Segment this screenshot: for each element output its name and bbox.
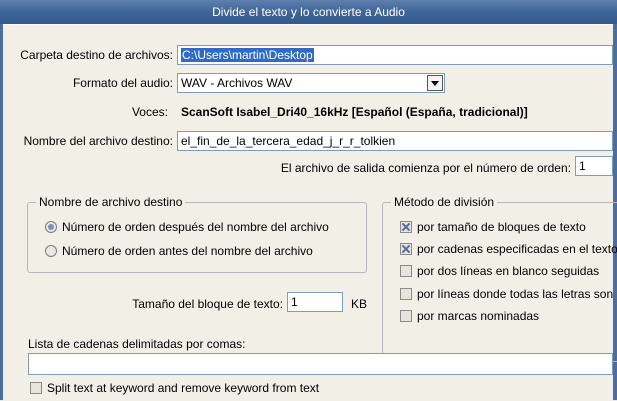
folder-label: Carpeta destino de archivos: — [20, 48, 173, 62]
format-dropdown[interactable]: WAV - Archivos WAV — [177, 73, 445, 93]
checkbox-by-strings[interactable] — [400, 243, 412, 255]
block-size-value: 1 — [291, 295, 298, 309]
order-start-label: El archivo de salida comienza por el núm… — [280, 161, 571, 175]
filename-input-value: el_fin_de_la_tercera_edad_j_r_r_tolkien — [181, 134, 396, 148]
block-size-unit: KB — [351, 297, 368, 311]
filename-label: Nombre del archivo destino: — [23, 134, 173, 148]
order-start-value: 1 — [579, 159, 586, 173]
checkbox-by-blank-lines-label[interactable]: por dos líneas en blanco seguidas — [417, 264, 599, 278]
format-dropdown-value: WAV - Archivos WAV — [181, 76, 293, 90]
dialog-client-area: Carpeta destino de archivos: C:\Users\ma… — [3, 24, 617, 401]
naming-group: Nombre de archivo destino Número de orde… — [27, 195, 367, 273]
checkbox-split-keyword[interactable] — [30, 382, 42, 394]
checkbox-by-block-size-label[interactable]: por tamaño de bloques de texto — [417, 220, 586, 234]
checkbox-by-uppercase-lines-label[interactable]: por líneas donde todas las letras son ma… — [417, 287, 617, 301]
checkbox-by-uppercase-lines[interactable] — [400, 288, 412, 300]
chevron-down-icon[interactable] — [427, 75, 443, 91]
folder-input-value: C:\Users\martin\Desktop — [181, 48, 314, 62]
method-group-title: Método de división — [391, 195, 498, 209]
voices-value: ScanSoft Isabel_Dri40_16kHz [Español (Es… — [181, 105, 528, 119]
title-bar: Divide el texto y lo convierte a Audio — [0, 0, 617, 24]
checkbox-split-keyword-label[interactable]: Split text at keyword and remove keyword… — [47, 381, 319, 395]
voices-label: Voces: — [131, 105, 168, 119]
folder-input[interactable]: C:\Users\martin\Desktop — [177, 45, 613, 65]
checkbox-by-named-marks-label[interactable]: por marcas nominadas — [417, 309, 539, 323]
block-size-input[interactable]: 1 — [287, 292, 343, 312]
order-start-input[interactable]: 1 — [575, 156, 613, 176]
naming-group-title: Nombre de archivo destino — [36, 195, 186, 209]
strings-label: Lista de cadenas delimitadas por comas: — [28, 337, 246, 351]
radio-order-before-name[interactable] — [45, 245, 57, 257]
method-group: Método de división por tamaño de bloques… — [382, 195, 617, 362]
checkbox-by-named-marks[interactable] — [400, 310, 412, 322]
filename-input[interactable]: el_fin_de_la_tercera_edad_j_r_r_tolkien — [177, 131, 613, 151]
format-label: Formato del audio: — [72, 76, 173, 90]
block-size-label: Tamaño del bloque de texto: — [132, 297, 283, 311]
checkbox-by-blank-lines[interactable] — [400, 265, 412, 277]
radio-order-after-name-label[interactable]: Número de orden después del nombre del a… — [62, 220, 329, 234]
checkbox-by-strings-label[interactable]: por cadenas especificadas en el texto de… — [417, 242, 617, 256]
strings-input[interactable] — [28, 353, 613, 375]
radio-order-after-name[interactable] — [45, 221, 57, 233]
radio-order-before-name-label[interactable]: Número de orden antes del nombre del arc… — [62, 244, 313, 258]
window-title: Divide el texto y lo convierte a Audio — [212, 5, 405, 19]
checkbox-by-block-size[interactable] — [400, 221, 412, 233]
